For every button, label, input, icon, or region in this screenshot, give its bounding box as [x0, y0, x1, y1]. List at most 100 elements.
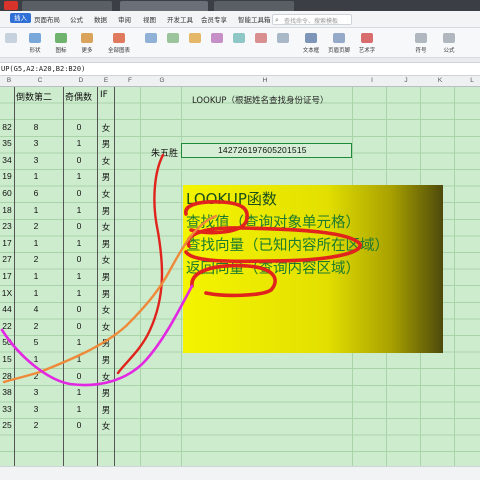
menu-formulas[interactable]: 公式 [70, 14, 83, 24]
ribbon-button-symbol[interactable]: 符号 [410, 33, 432, 54]
table-cell[interactable]: 男 [98, 354, 114, 366]
ribbon-button[interactable] [250, 33, 272, 43]
table-cell[interactable]: 35 [0, 138, 14, 148]
table-cell[interactable]: 8 [30, 122, 42, 132]
header-cell[interactable]: 倒数第二 [16, 90, 52, 103]
table-cell[interactable]: 1 [72, 205, 86, 215]
document-tab[interactable] [22, 1, 112, 11]
table-cell[interactable]: 19 [0, 171, 14, 181]
table-cell[interactable]: 1 [72, 354, 86, 364]
ribbon-button-shapes[interactable]: 形状 [24, 33, 46, 54]
column-header[interactable]: E [98, 77, 114, 84]
table-cell[interactable]: 男 [98, 138, 114, 150]
table-cell[interactable]: 男 [98, 404, 114, 416]
column-header[interactable]: K [430, 77, 450, 84]
table-cell[interactable]: 男 [98, 271, 114, 283]
table-cell[interactable]: 23 [0, 221, 14, 231]
table-cell[interactable]: 1 [72, 271, 86, 281]
table-cell[interactable]: 1 [30, 205, 42, 215]
table-cell[interactable]: 17 [0, 238, 14, 248]
table-cell[interactable]: 82 [0, 122, 14, 132]
table-cell[interactable]: 6 [30, 188, 42, 198]
ribbon-button[interactable] [0, 33, 22, 46]
table-cell[interactable]: 27 [0, 254, 14, 264]
table-cell[interactable]: 1 [30, 271, 42, 281]
column-header[interactable]: H [255, 77, 275, 84]
ribbon-button-charts[interactable]: 全部图表 [108, 33, 130, 54]
ribbon-button-icons[interactable]: 图标 [50, 33, 72, 54]
ribbon-button[interactable] [206, 33, 228, 43]
table-cell[interactable]: 2 [30, 420, 42, 430]
table-cell[interactable]: 3 [30, 404, 42, 414]
table-cell[interactable]: 60 [0, 188, 14, 198]
table-cell[interactable]: 男 [98, 387, 114, 399]
table-cell[interactable]: 28 [0, 371, 14, 381]
table-cell[interactable]: 2 [30, 221, 42, 231]
table-cell[interactable]: 5 [30, 337, 42, 347]
table-cell[interactable]: 0 [72, 122, 86, 132]
table-cell[interactable]: 女 [98, 122, 114, 134]
table-cell[interactable]: 18 [0, 205, 14, 215]
table-cell[interactable]: 女 [98, 420, 114, 432]
table-cell[interactable]: 3 [30, 155, 42, 165]
column-header[interactable]: I [362, 77, 382, 84]
table-cell[interactable]: 1 [30, 288, 42, 298]
menu-view[interactable]: 视图 [143, 14, 156, 24]
document-tab[interactable] [120, 1, 208, 11]
lookup-title[interactable]: LOOKUP（根据姓名查找身份证号） [192, 94, 329, 106]
table-cell[interactable]: 3 [30, 138, 42, 148]
table-cell[interactable]: 1 [72, 404, 86, 414]
table-cell[interactable]: 男 [98, 337, 114, 349]
menu-data[interactable]: 数据 [94, 14, 107, 24]
menu-insert-tab[interactable]: 插入 [10, 13, 31, 23]
header-cell[interactable]: IF [100, 90, 108, 100]
formula-bar[interactable]: UP(G5,A2:A20,B2:B20) [0, 62, 480, 76]
table-cell[interactable]: 女 [98, 321, 114, 333]
table-cell[interactable]: 15 [0, 354, 14, 364]
spreadsheet-grid[interactable]: B C D E F G H I J K L 倒数第二 奇偶数 IF 82 8 0 女 3… [0, 76, 480, 466]
column-header[interactable]: B [4, 77, 14, 84]
ribbon-button[interactable] [162, 33, 184, 43]
table-cell[interactable]: 1 [72, 238, 86, 248]
column-header[interactable]: D [66, 77, 96, 84]
column-header[interactable]: C [20, 77, 60, 84]
table-cell[interactable]: 1 [30, 171, 42, 181]
table-cell[interactable]: 38 [0, 387, 14, 397]
document-tab[interactable] [214, 1, 294, 11]
table-cell[interactable]: 2 [30, 321, 42, 331]
table-cell[interactable]: 25 [0, 420, 14, 430]
ribbon-button-textbox[interactable]: 文本框 [300, 33, 322, 54]
table-cell[interactable]: 33 [0, 404, 14, 414]
menu-smart-toolbox[interactable]: 智能工具箱 [238, 14, 271, 24]
table-cell[interactable]: 1 [72, 387, 86, 397]
menu-developer[interactable]: 开发工具 [167, 14, 193, 24]
table-cell[interactable]: 1 [30, 238, 42, 248]
table-cell[interactable]: 男 [98, 171, 114, 183]
table-cell[interactable]: 34 [0, 155, 14, 165]
column-header[interactable]: L [462, 77, 480, 84]
column-header[interactable]: F [120, 77, 140, 84]
column-header[interactable]: J [396, 77, 416, 84]
table-cell[interactable]: 0 [72, 371, 86, 381]
table-cell[interactable]: 女 [98, 254, 114, 266]
table-cell[interactable]: 0 [72, 321, 86, 331]
formula-input[interactable]: UP(G5,A2:A20,B2:B20) [1, 65, 85, 73]
selected-cell[interactable]: 142726197605201515 [181, 143, 352, 158]
table-cell[interactable]: 1 [72, 288, 86, 298]
ribbon-button-equation[interactable]: 公式 [438, 33, 460, 54]
name-cell[interactable]: 朱五胜 [151, 146, 178, 159]
table-cell[interactable]: 女 [98, 371, 114, 383]
table-cell[interactable]: 1 [30, 354, 42, 364]
ribbon-button[interactable] [184, 33, 206, 43]
ribbon-button[interactable] [140, 33, 162, 43]
table-cell[interactable]: 0 [72, 254, 86, 264]
ribbon-button[interactable] [228, 33, 250, 43]
column-header[interactable]: G [152, 77, 172, 84]
table-cell[interactable]: 2 [30, 254, 42, 264]
table-cell[interactable]: 0 [72, 221, 86, 231]
table-cell[interactable]: 1 [72, 337, 86, 347]
table-cell[interactable]: 44 [0, 304, 14, 314]
menu-page-layout[interactable]: 页面布局 [34, 14, 60, 24]
table-cell[interactable]: 0 [72, 420, 86, 430]
table-cell[interactable]: 3 [30, 387, 42, 397]
